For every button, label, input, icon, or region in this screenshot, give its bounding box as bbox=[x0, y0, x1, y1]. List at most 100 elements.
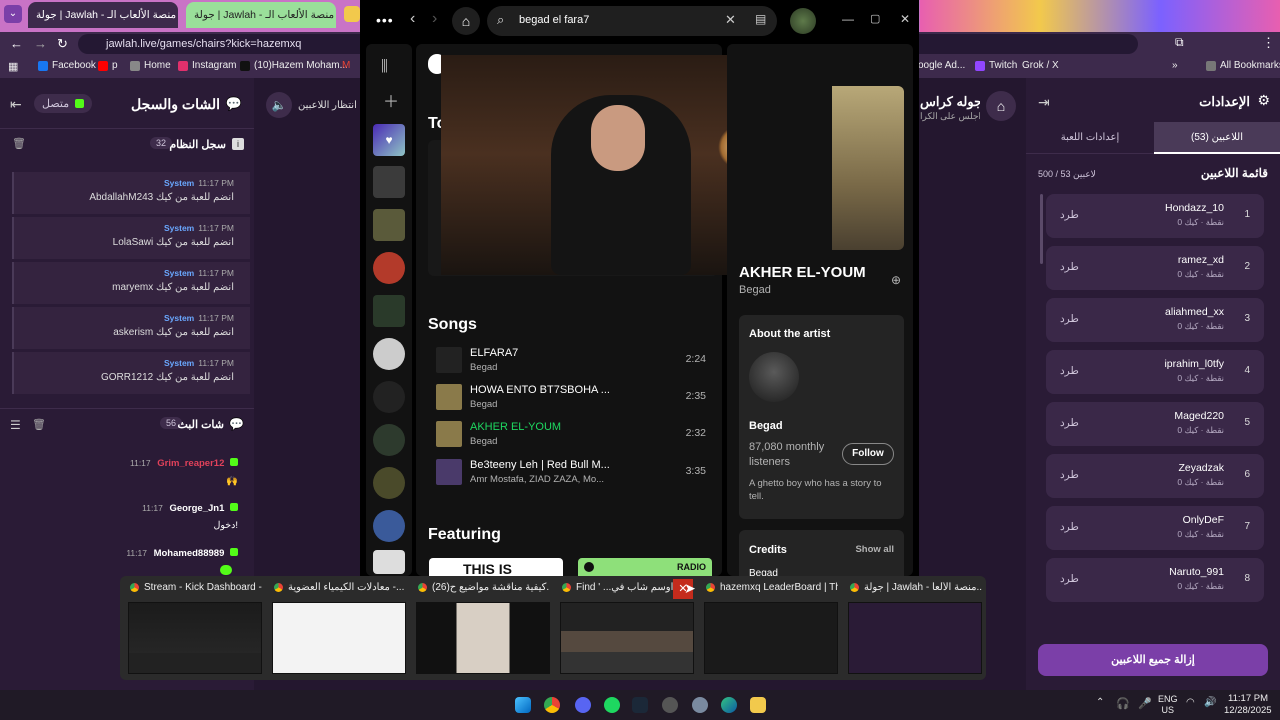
kick-icon bbox=[230, 503, 238, 511]
windows-start-icon[interactable] bbox=[515, 697, 531, 713]
forward-icon[interactable]: → bbox=[34, 36, 47, 51]
artist-thumb[interactable] bbox=[373, 381, 405, 413]
add-icon[interactable]: ＋ bbox=[383, 88, 399, 112]
song-row[interactable]: Be3teeny Leh | Red Bull M... Amr Mostafa… bbox=[428, 459, 718, 489]
song-row-playing[interactable]: AKHER EL-YOUM Begad 2:32 bbox=[428, 421, 718, 451]
artist-thumb[interactable] bbox=[373, 424, 405, 456]
featured-radio-card[interactable]: RADIO bbox=[578, 558, 712, 576]
discord-icon[interactable] bbox=[575, 697, 591, 713]
artist-name: Begad bbox=[749, 420, 783, 432]
kick-player-button[interactable]: طرد bbox=[1060, 417, 1079, 429]
switcher-window[interactable]: معادلات الكيمياء العضوية -... bbox=[268, 578, 406, 678]
steam-icon[interactable] bbox=[632, 697, 648, 713]
clear-search-icon[interactable]: ✕ bbox=[725, 12, 736, 28]
bookmark-facebook[interactable]: Facebook bbox=[38, 60, 96, 71]
switcher-window[interactable]: Stream - Kick Dashboard -... bbox=[124, 578, 262, 678]
new-tab-button[interactable] bbox=[344, 6, 360, 22]
menu-dots-icon[interactable]: ⋮ bbox=[1262, 35, 1275, 51]
settings-icon[interactable] bbox=[692, 697, 708, 713]
reload-icon[interactable]: ↻ bbox=[57, 36, 68, 52]
spotify-search-box[interactable]: ⌕ begad el fara7 ✕ ▤ bbox=[487, 6, 777, 36]
switcher-window[interactable]: جولة | Jawlah - منصة الألعا... bbox=[844, 578, 982, 678]
playlist-thumb[interactable] bbox=[373, 166, 405, 198]
library-icon[interactable]: ⫼ bbox=[381, 58, 388, 75]
featured-playlist-card[interactable]: THIS IS bbox=[429, 558, 563, 576]
kick-player-button[interactable]: طرد bbox=[1060, 521, 1079, 533]
language-indicator[interactable]: ENG US bbox=[1158, 694, 1178, 716]
artist-thumb[interactable] bbox=[373, 510, 405, 542]
search-input[interactable]: begad el fara7 bbox=[519, 14, 589, 26]
close-icon[interactable]: ✕ bbox=[900, 12, 910, 26]
playlist-thumb[interactable] bbox=[373, 550, 405, 574]
add-to-library-icon[interactable]: ⊕ bbox=[891, 273, 901, 287]
back-icon[interactable]: ‹ bbox=[410, 10, 415, 28]
collapse-panel-icon[interactable]: ⇤ bbox=[10, 96, 22, 113]
apps-icon[interactable]: ▦ bbox=[8, 60, 18, 73]
avatar[interactable] bbox=[790, 8, 816, 34]
kick-player-button[interactable]: طرد bbox=[1060, 573, 1079, 585]
spotify-home-button[interactable]: ⌂ bbox=[452, 7, 480, 35]
song-row[interactable]: ELFARA7 Begad 2:24 bbox=[428, 347, 718, 377]
clock[interactable]: 11:17 PM 12/28/2025 bbox=[1224, 693, 1272, 717]
app-icon[interactable] bbox=[662, 697, 678, 713]
tab-jawlah-2[interactable]: جولة | Jawlah - منصة الألعاب الـ ✕ bbox=[186, 2, 336, 28]
kick-player-button[interactable]: طرد bbox=[1060, 261, 1079, 273]
tab-jawlah-active[interactable]: جولة | Jawlah - منصة الألعاب الـ ✕ bbox=[28, 2, 178, 28]
kick-player-button[interactable]: طرد bbox=[1060, 469, 1079, 481]
back-icon[interactable]: ← bbox=[10, 36, 23, 51]
bookmark-grok[interactable]: Grok / X bbox=[1022, 60, 1059, 71]
bookmark-home[interactable]: Home bbox=[130, 60, 171, 71]
song-row[interactable]: HOWA ENTO BT7SBOHA ... Begad 2:35 bbox=[428, 384, 718, 414]
player-count: 500 / 53 لاعبين bbox=[1038, 169, 1096, 179]
switcher-window[interactable]: hazemxq LeaderBoard | Th... bbox=[700, 578, 838, 678]
file-explorer-icon[interactable] bbox=[750, 697, 766, 713]
scrollbar[interactable] bbox=[1040, 194, 1043, 264]
home-button[interactable]: ⌂ bbox=[986, 91, 1016, 121]
kick-player-button[interactable]: طرد bbox=[1060, 313, 1079, 325]
more-options-icon[interactable]: ••• bbox=[376, 12, 394, 28]
bookmark-google-ads[interactable]: oogle Ad... bbox=[918, 60, 965, 71]
show-all-link[interactable]: Show all bbox=[855, 544, 894, 555]
maximize-icon[interactable]: ▢ bbox=[870, 12, 880, 25]
all-bookmarks[interactable]: All Bookmarks bbox=[1206, 60, 1280, 71]
minimize-icon[interactable]: — bbox=[842, 12, 854, 26]
edge-icon[interactable] bbox=[721, 697, 737, 713]
bookmark-twitch[interactable]: Twitch bbox=[975, 60, 1017, 71]
waiting-status: انتظار اللاعبين bbox=[298, 100, 357, 111]
credits-name: Begad bbox=[749, 568, 778, 576]
artist-thumb[interactable] bbox=[373, 295, 405, 327]
liked-songs-icon[interactable]: ♥ bbox=[373, 124, 405, 156]
forward-icon[interactable]: › bbox=[432, 10, 437, 28]
tab-players[interactable]: اللاعبين (53) bbox=[1154, 122, 1280, 154]
face bbox=[591, 105, 645, 171]
collapse-panel-icon[interactable]: ⇥ bbox=[1038, 94, 1050, 111]
panel-title: الشات والسجل bbox=[130, 96, 220, 112]
chrome-taskbar-icon[interactable] bbox=[544, 697, 560, 713]
spotify-icon[interactable] bbox=[604, 697, 620, 713]
playlist-thumb[interactable] bbox=[373, 209, 405, 241]
bookmark-instagram[interactable]: Instagram bbox=[178, 60, 236, 71]
kick-player-button[interactable]: طرد bbox=[1060, 209, 1079, 221]
sound-toggle-button[interactable]: 🔈 bbox=[266, 92, 292, 118]
artist-thumb[interactable] bbox=[373, 467, 405, 499]
follow-button[interactable]: Follow bbox=[842, 443, 894, 465]
remove-all-players-button[interactable]: إزالة جميع اللاعبين bbox=[1038, 644, 1268, 676]
tab-game-settings[interactable]: إعدادات اللعبة bbox=[1026, 122, 1154, 154]
artist-thumb[interactable] bbox=[373, 252, 405, 284]
trash-icon[interactable]: 🗑 bbox=[32, 418, 46, 431]
bookmark-tiktok[interactable]: (10)Hazem Moham... bbox=[240, 60, 348, 71]
tray-chevron-icon[interactable]: ⌃ bbox=[1096, 697, 1104, 708]
artist-thumb[interactable] bbox=[373, 338, 405, 370]
extensions-icon[interactable]: ⧉ bbox=[1175, 35, 1184, 50]
window-thumbnail bbox=[128, 602, 262, 674]
headset-icon: 🎧 bbox=[1116, 698, 1130, 710]
tab-search-button[interactable]: ⌄ bbox=[4, 5, 22, 23]
switcher-window[interactable]: (26)كيفية مناقشة مواضيع ح... bbox=[412, 578, 550, 678]
bookmark-p[interactable]: p bbox=[98, 60, 118, 71]
bookmarks-overflow-icon[interactable]: » bbox=[1172, 60, 1178, 71]
bookmark-gmail[interactable]: M bbox=[342, 60, 350, 71]
kick-player-button[interactable]: طرد bbox=[1060, 365, 1079, 377]
list-icon[interactable]: ☰ bbox=[10, 418, 21, 432]
trash-icon[interactable]: 🗑 bbox=[12, 137, 26, 150]
browse-icon[interactable]: ▤ bbox=[755, 12, 766, 26]
